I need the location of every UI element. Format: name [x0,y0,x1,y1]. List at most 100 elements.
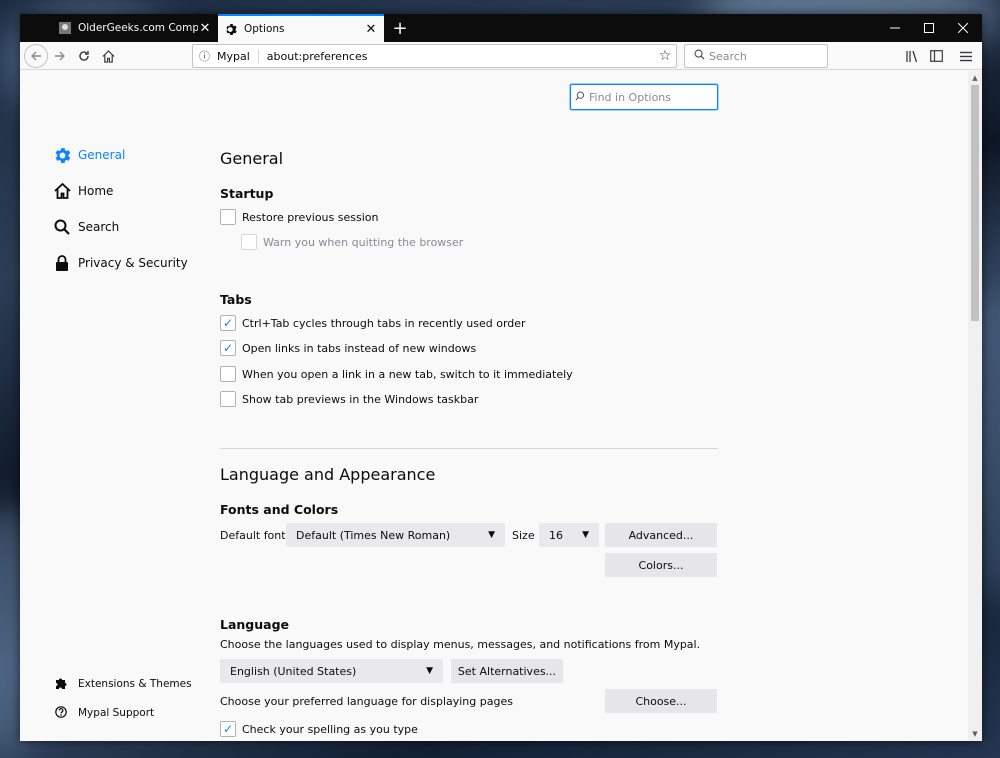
checkmark-icon[interactable]: ✓ [220,315,236,331]
category-label: Privacy & Security [78,256,188,270]
site-favicon-icon [58,21,72,35]
checkbox-box[interactable] [220,391,236,407]
tab-title: Options [244,23,285,35]
checkmark-icon[interactable]: ✓ [220,340,236,356]
ctrl-tab-checkbox[interactable]: ✓ Ctrl+Tab cycles through tabs in recent… [220,313,526,333]
reload-button[interactable] [72,44,96,68]
find-in-options-input[interactable]: Find in Options [570,84,718,110]
checkbox-label: Restore previous session [242,210,379,224]
chevron-down-icon: ▼ [426,666,433,676]
back-arrow-icon [31,51,41,61]
browser-window: OlderGeeks.com Computer Sof ✕ Options ✕ … [20,14,982,741]
back-button[interactable] [24,44,48,68]
maximize-button[interactable] [912,14,946,42]
search-placeholder: Search [709,49,747,63]
font-size-select[interactable]: 16 ▼ [539,523,599,547]
lock-icon [52,255,72,271]
advanced-fonts-button[interactable]: Advanced... [605,523,717,547]
page-title: General [220,149,284,168]
info-icon[interactable]: ⓘ [199,48,217,64]
checkbox-label: Ctrl+Tab cycles through tabs in recently… [242,316,526,330]
startup-heading: Startup [220,186,274,201]
checkmark-icon[interactable]: ✓ [220,721,236,737]
bookmark-star-icon[interactable]: ☆ [654,48,676,64]
colors-button[interactable]: Colors... [605,553,717,577]
mypal-support-link[interactable]: Mypal Support [54,704,154,722]
site-identity-label[interactable]: Mypal [217,49,259,63]
tab-oldergeeks[interactable]: OlderGeeks.com Computer Sof ✕ [52,14,218,42]
checkbox-box[interactable] [241,234,257,250]
category-general[interactable]: General [52,143,125,167]
pages-language-description: Choose your preferred language for displ… [220,694,513,708]
restore-session-checkbox[interactable]: Restore previous session [220,207,378,227]
bottom-link-label: Extensions & Themes [78,678,192,690]
search-icon [689,49,709,63]
checkbox-label: Warn you when quitting the browser [263,235,464,249]
switch-to-new-tab-checkbox[interactable]: When you open a link in a new tab, switc… [220,364,573,384]
ui-language-select[interactable]: English (United States) ▼ [220,659,443,683]
default-font-label: Default font [220,528,286,542]
checkbox-label: Check your spelling as you type [242,722,418,736]
home-button[interactable] [96,44,120,68]
navigation-toolbar: ⓘ Mypal about:preferences ☆ Search [20,42,982,70]
language-heading: Language [220,617,290,632]
forward-arrow-icon [55,51,65,61]
category-privacy-security[interactable]: Privacy & Security [52,251,188,275]
find-placeholder: Find in Options [589,90,672,104]
checkbox-box[interactable] [220,209,236,225]
tab-previews-checkbox[interactable]: Show tab previews in the Windows taskbar [220,389,478,409]
sidebar-icon [929,50,943,62]
tabs-heading: Tabs [220,292,252,307]
menu-button[interactable] [954,44,978,68]
category-search[interactable]: Search [52,215,119,239]
checkbox-box[interactable] [220,366,236,382]
size-label: Size [512,528,535,542]
default-font-select[interactable]: Default (Times New Roman) ▼ [286,523,505,547]
open-links-in-tabs-checkbox[interactable]: ✓ Open links in tabs instead of new wind… [220,338,476,358]
checkbox-label: When you open a link in a new tab, switc… [242,367,573,381]
puzzle-icon [54,677,68,692]
select-value: English (United States) [230,664,357,678]
category-label: Home [78,184,114,198]
extensions-themes-link[interactable]: Extensions & Themes [54,675,192,693]
scroll-up-icon[interactable]: ▲ [968,71,982,85]
home-icon [52,183,72,199]
chevron-down-icon: ▼ [582,530,589,540]
category-label: General [78,148,126,162]
scroll-down-icon[interactable]: ▼ [968,727,982,741]
close-tab-icon[interactable]: ✕ [364,22,378,37]
close-window-button[interactable] [946,14,980,42]
search-icon [52,219,72,235]
home-icon [102,49,114,63]
url-text[interactable]: about:preferences [267,50,654,63]
help-icon [54,705,68,721]
category-home[interactable]: Home [52,179,113,203]
spellcheck-checkbox[interactable]: ✓ Check your spelling as you type [220,719,418,739]
url-bar[interactable]: ⓘ Mypal about:preferences ☆ [192,44,677,68]
tab-options[interactable]: Options ✕ [218,14,384,42]
search-bar[interactable]: Search [684,44,828,68]
new-tab-button[interactable]: + [388,16,412,40]
library-button[interactable] [900,44,924,68]
preferences-page: Find in Options General Home Search Priv… [20,71,968,741]
scrollbar-thumb[interactable] [971,85,979,321]
choose-language-button[interactable]: Choose... [605,689,717,713]
language-description: Choose the languages used to display men… [220,637,701,651]
chevron-down-icon: ▼ [488,530,495,540]
reload-icon [79,51,89,61]
tab-title: OlderGeeks.com Computer Sof [78,22,198,34]
page-scrollbar[interactable]: ▲ ▼ [968,71,982,741]
search-icon [571,91,589,104]
sidebar-toggle-button[interactable] [924,44,948,68]
minimize-button[interactable] [878,14,912,42]
select-value: 16 [549,528,563,542]
fonts-colors-heading: Fonts and Colors [220,502,339,517]
category-label: Search [78,220,120,234]
set-alternatives-button[interactable]: Set Alternatives... [451,659,563,683]
tab-bar: OlderGeeks.com Computer Sof ✕ Options ✕ … [20,14,982,42]
warn-quitting-checkbox[interactable]: Warn you when quitting the browser [241,232,463,252]
gear-icon [224,22,238,36]
close-tab-icon[interactable]: ✕ [198,21,212,36]
forward-button[interactable] [48,44,72,68]
select-value: Default (Times New Roman) [296,528,451,542]
